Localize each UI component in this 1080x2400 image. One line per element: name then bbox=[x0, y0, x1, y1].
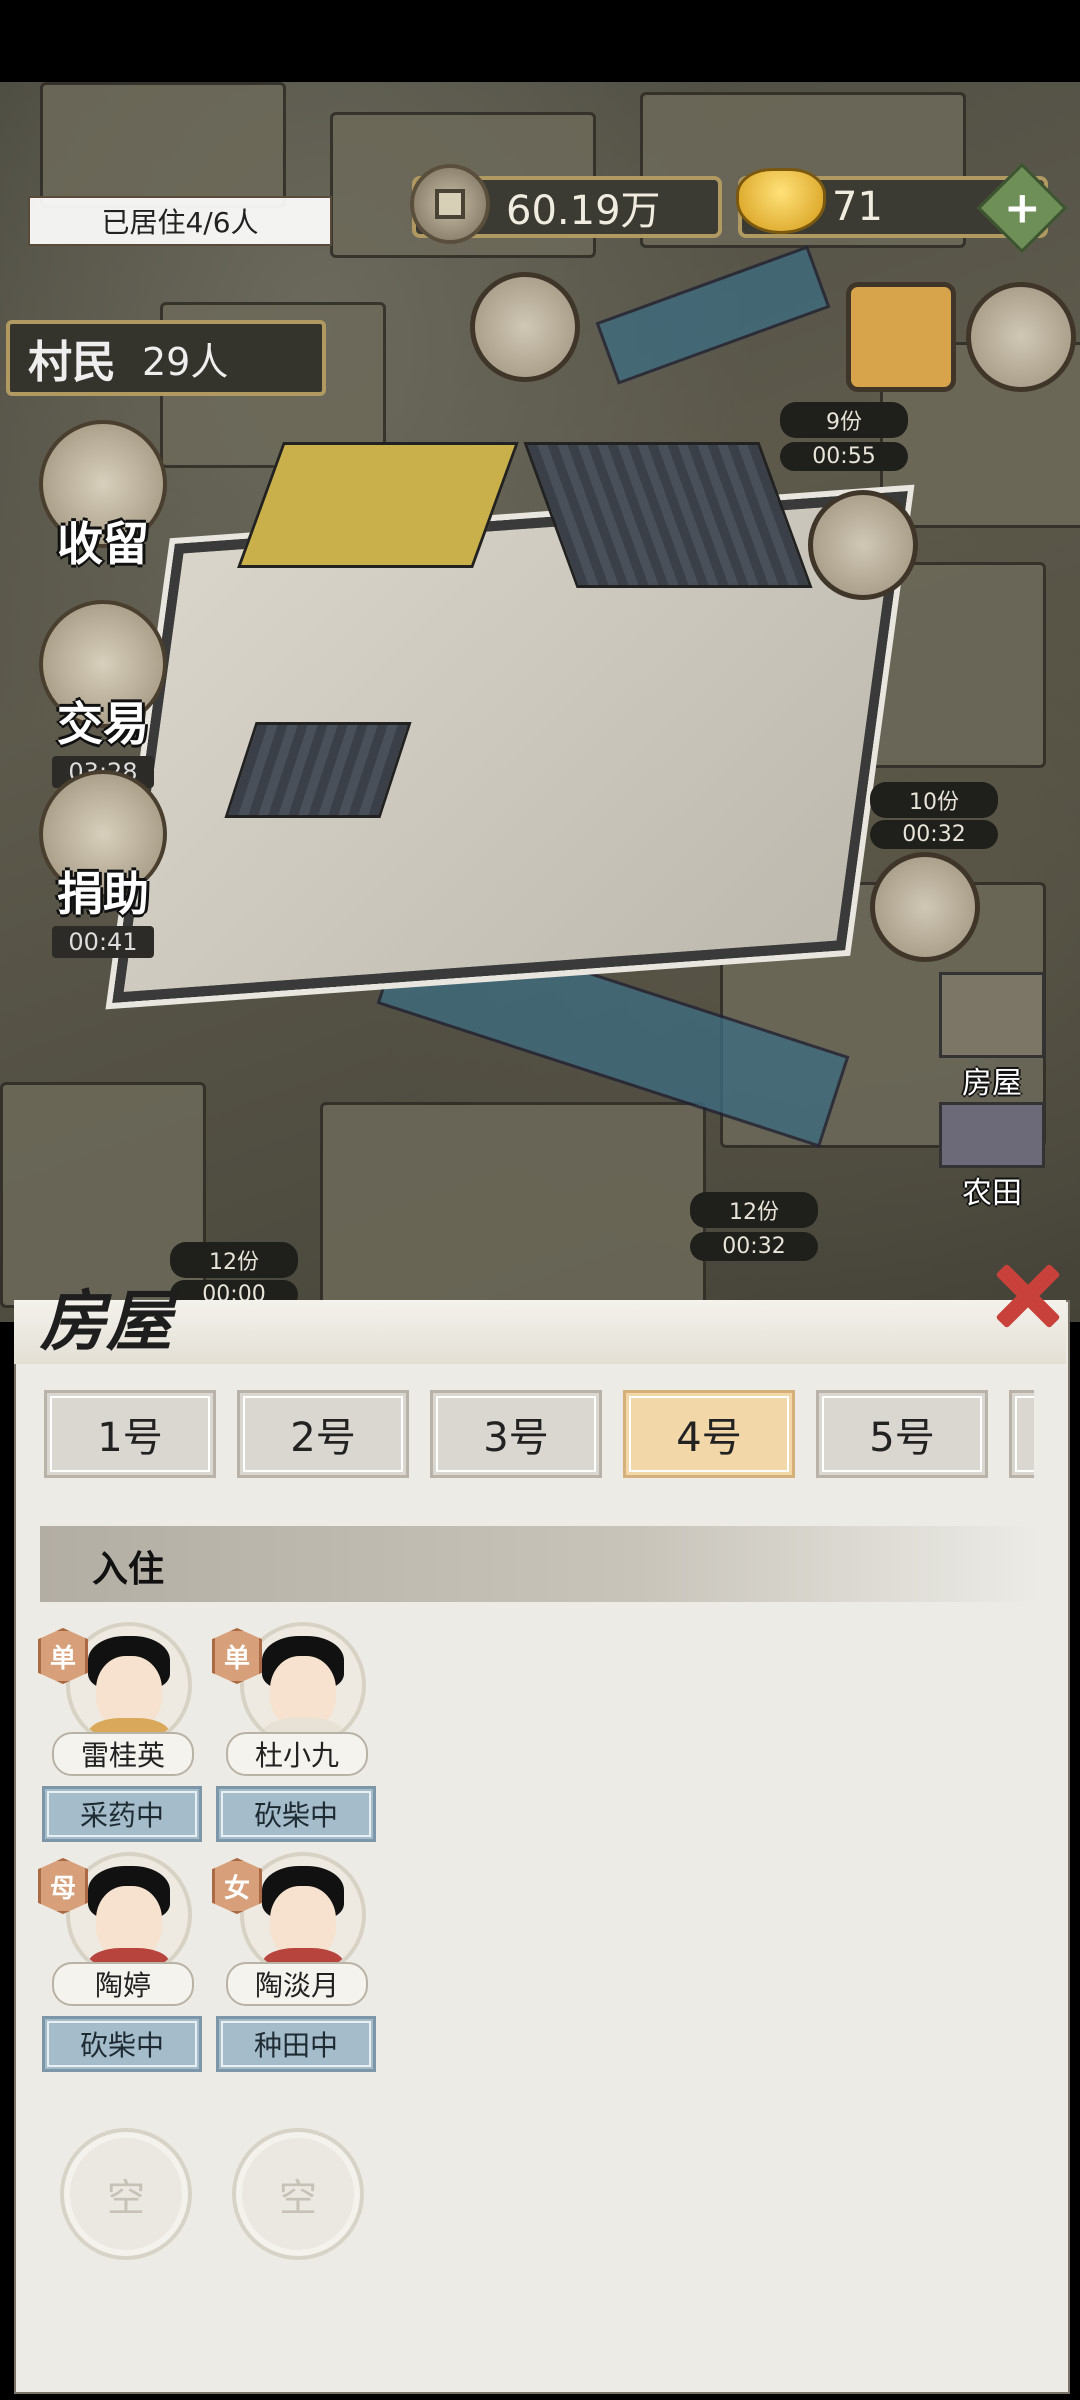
tab-house-3[interactable]: 3号 bbox=[430, 1390, 602, 1478]
tab-house-2[interactable]: 2号 bbox=[237, 1390, 409, 1478]
donate-button[interactable]: 捐助 00:41 bbox=[28, 770, 178, 958]
house-tab-bar: 1号 2号 3号 4号 5号 bbox=[44, 1390, 1034, 1482]
map-house-shortcut[interactable]: 房屋 bbox=[932, 972, 1052, 1102]
residents-section-bar bbox=[40, 1526, 1040, 1602]
scroll-button[interactable] bbox=[846, 282, 956, 392]
resident-status-button[interactable]: 砍柴中 bbox=[42, 2016, 202, 2072]
yield-timer: 00:32 bbox=[870, 820, 998, 849]
shelter-button[interactable]: 收留 bbox=[28, 420, 178, 574]
mother-tag-icon: 母 bbox=[38, 1858, 88, 1914]
donate-timer: 00:41 bbox=[52, 926, 154, 958]
resident-status-button[interactable]: 砍柴中 bbox=[216, 1786, 376, 1842]
tab-house-5[interactable]: 5号 bbox=[816, 1390, 988, 1478]
trade-button[interactable]: 交易 03:28 bbox=[28, 600, 178, 788]
resident-status-button[interactable]: 种田中 bbox=[216, 2016, 376, 2072]
single-tag-icon: 单 bbox=[38, 1628, 88, 1684]
villager-number: 29人 bbox=[142, 339, 229, 384]
yield-timer: 00:32 bbox=[690, 1232, 818, 1261]
shelter-label: 收留 bbox=[57, 517, 149, 571]
occupancy-label: 已居住4/6人 bbox=[28, 196, 332, 246]
yield-amount: 12份 bbox=[170, 1242, 298, 1278]
donate-label: 捐助 bbox=[57, 867, 149, 921]
farm-produce-button[interactable] bbox=[470, 272, 580, 382]
villager-label: 村民 bbox=[28, 337, 116, 388]
resident-name: 雷桂英 bbox=[52, 1732, 194, 1776]
field-shortcut-label: 农田 bbox=[962, 1176, 1022, 1211]
resident-name: 杜小九 bbox=[226, 1732, 368, 1776]
resident-name: 陶婷 bbox=[52, 1962, 194, 2006]
gold-ingot-icon bbox=[736, 168, 826, 234]
single-tag-icon: 单 bbox=[212, 1628, 262, 1684]
map-building bbox=[40, 82, 286, 208]
yield-amount: 10份 bbox=[870, 782, 998, 818]
house-icon bbox=[939, 972, 1045, 1058]
daughter-tag-icon: 女 bbox=[212, 1858, 262, 1914]
tree-produce-button[interactable] bbox=[870, 852, 980, 962]
resident-name: 陶淡月 bbox=[226, 1962, 368, 2006]
empty-resident-slot[interactable]: 空 bbox=[60, 2128, 192, 2260]
tab-house-1[interactable]: 1号 bbox=[44, 1390, 216, 1478]
panel-title: 房屋 bbox=[40, 1282, 172, 1360]
house-roof bbox=[237, 442, 519, 568]
gate-roof bbox=[224, 722, 412, 818]
poultry-produce-button[interactable] bbox=[808, 490, 918, 600]
field-icon bbox=[939, 1102, 1045, 1168]
empty-resident-slot[interactable]: 空 bbox=[232, 2128, 364, 2260]
tab-house-next-partial[interactable] bbox=[1009, 1390, 1034, 1478]
map-field-shortcut[interactable]: 农田 bbox=[932, 1102, 1052, 1212]
close-panel-button[interactable] bbox=[986, 1254, 1066, 1334]
tab-house-4[interactable]: 4号 bbox=[623, 1390, 795, 1478]
yield-amount: 12份 bbox=[690, 1192, 818, 1228]
yield-timer: 00:55 bbox=[780, 442, 908, 471]
villager-count[interactable]: 村民 29人 bbox=[6, 320, 326, 396]
plus-icon: + bbox=[1003, 182, 1041, 233]
copper-coin-icon bbox=[410, 164, 490, 244]
river bbox=[595, 245, 831, 385]
residents-section-title: 入住 bbox=[92, 1548, 165, 1590]
status-bar bbox=[0, 0, 1080, 82]
yield-amount: 9份 bbox=[780, 402, 908, 438]
settings-gear-button[interactable] bbox=[966, 282, 1076, 392]
resident-status-button[interactable]: 采药中 bbox=[42, 1786, 202, 1842]
trade-label: 交易 bbox=[57, 697, 149, 751]
house-shortcut-label: 房屋 bbox=[962, 1066, 1022, 1101]
map-building bbox=[320, 1102, 706, 1308]
